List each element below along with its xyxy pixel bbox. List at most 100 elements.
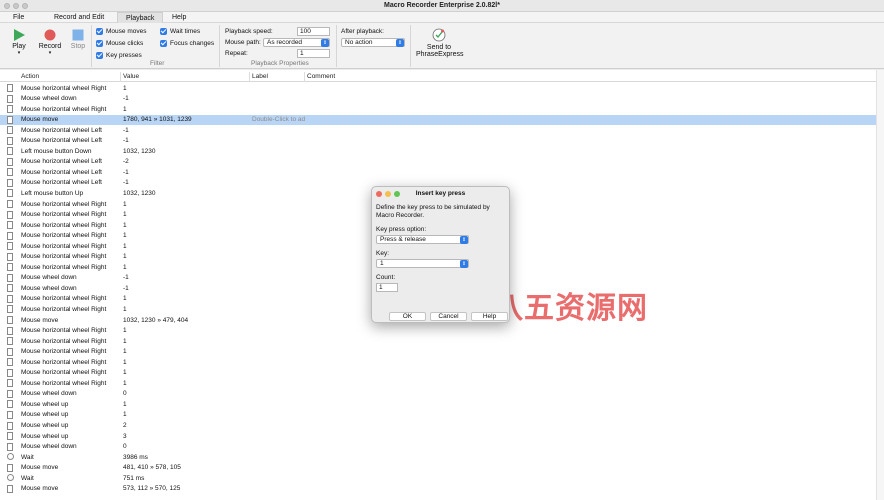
- table-row[interactable]: Mouse horizontal wheel Right 1: [0, 357, 884, 368]
- filter-focus-changes-label: Focus changes: [170, 40, 215, 47]
- row-value: -1: [123, 95, 129, 103]
- row-label-hint[interactable]: Double-Click to ad: [252, 116, 305, 123]
- row-action: Mouse horizontal wheel Right: [21, 105, 107, 113]
- action-document-icon: [7, 84, 13, 92]
- row-value: 481, 410 » 578, 105: [123, 464, 181, 472]
- table-row[interactable]: Mouse move 1780, 941 » 1031, 1239 Double-C…: [0, 114, 884, 126]
- table-row[interactable]: Mouse wheel up 1: [0, 399, 884, 410]
- table-row[interactable]: Mouse wheel down 0: [0, 442, 884, 453]
- action-document-icon: [7, 410, 13, 419]
- action-document-icon: [7, 305, 13, 314]
- filter-wait-times-checkbox[interactable]: Wait times: [160, 28, 200, 35]
- row-action: Mouse horizontal wheel Right: [21, 295, 107, 303]
- row-action: Mouse horizontal wheel Left: [21, 168, 102, 176]
- row-action: Mouse move: [21, 316, 59, 324]
- table-row[interactable]: Mouse wheel up 2: [0, 421, 884, 432]
- record-dropdown-icon[interactable]: ▾: [38, 50, 62, 56]
- mouse-path-select[interactable]: As recorded ⇕: [263, 38, 330, 47]
- phraseexpress-label: PhraseExpress: [416, 51, 464, 58]
- table-row[interactable]: Mouse horizontal wheel Right 1: [0, 336, 884, 347]
- checkbox-checked-icon: [160, 40, 167, 47]
- menu-help[interactable]: Help: [172, 14, 186, 21]
- send-to-phraseexpress-button[interactable]: Send to PhraseExpress: [416, 28, 464, 58]
- row-action: Mouse horizontal wheel Left: [21, 137, 102, 145]
- table-row[interactable]: Mouse move 573, 112 » 570, 125: [0, 484, 884, 495]
- filter-mouse-clicks-checkbox[interactable]: Mouse clicks: [96, 40, 143, 47]
- table-row[interactable]: Mouse horizontal wheel Right 1: [0, 326, 884, 337]
- after-playback-select[interactable]: No action ⇕: [341, 38, 405, 47]
- row-value: 751 ms: [123, 474, 145, 482]
- row-value: 1: [123, 105, 127, 113]
- row-action: Mouse wheel down: [21, 274, 77, 282]
- table-row[interactable]: Mouse horizontal wheel Right 1: [0, 83, 884, 94]
- table-row[interactable]: Mouse horizontal wheel Right 1: [0, 347, 884, 358]
- menu-playback[interactable]: Playback: [117, 12, 164, 23]
- row-value: -1: [123, 274, 129, 282]
- table-row[interactable]: Mouse move 481, 410 » 578, 105: [0, 463, 884, 474]
- column-divider[interactable]: [120, 72, 121, 82]
- action-document-icon: [7, 94, 13, 103]
- wait-clock-icon: [7, 453, 14, 461]
- ok-button[interactable]: OK: [389, 312, 426, 321]
- dropdown-arrow-icon: ⇕: [396, 39, 404, 47]
- table-row[interactable]: Mouse horizontal wheel Left -2: [0, 157, 884, 168]
- play-dropdown-icon[interactable]: ▾: [10, 50, 28, 56]
- table-row[interactable]: Mouse horizontal wheel Left -1: [0, 167, 884, 178]
- filter-focus-changes-checkbox[interactable]: Focus changes: [160, 40, 214, 47]
- row-action: Mouse horizontal wheel Right: [21, 211, 107, 219]
- stop-button[interactable]: Stop: [70, 29, 86, 50]
- row-value: 0: [123, 390, 127, 398]
- table-header: Action Value Label Comment: [0, 72, 884, 82]
- column-header-comment[interactable]: Comment: [307, 73, 335, 80]
- table-row[interactable]: Wait 3986 ms: [0, 452, 884, 463]
- table-row[interactable]: Mouse horizontal wheel Right 1: [0, 378, 884, 389]
- row-action: Mouse horizontal wheel Right: [21, 253, 107, 261]
- table-row[interactable]: Mouse horizontal wheel Left -1: [0, 125, 884, 136]
- vertical-scrollbar[interactable]: [876, 70, 884, 500]
- filter-key-presses-checkbox[interactable]: Key presses: [96, 52, 142, 59]
- filter-wait-times-label: Wait times: [170, 28, 201, 35]
- column-divider[interactable]: [304, 72, 305, 82]
- action-document-icon: [7, 263, 13, 272]
- table-row[interactable]: Mouse wheel up 3: [0, 431, 884, 442]
- column-divider[interactable]: [249, 72, 250, 82]
- key-press-option-select[interactable]: Press & release ⇕: [376, 235, 469, 244]
- row-value: -1: [123, 168, 129, 176]
- row-value: 1: [123, 358, 127, 366]
- table-row[interactable]: Mouse horizontal wheel Right 1: [0, 368, 884, 379]
- menu-file[interactable]: File: [13, 14, 24, 21]
- menu-record-and-edit[interactable]: Record and Edit: [54, 14, 104, 21]
- column-header-label[interactable]: Label: [252, 73, 268, 80]
- table-row[interactable]: Mouse wheel down -1: [0, 94, 884, 105]
- mouse-path-value: As recorded: [267, 39, 303, 46]
- help-button[interactable]: Help: [471, 312, 508, 321]
- playback-speed-input[interactable]: 100: [297, 27, 330, 36]
- action-document-icon: [7, 358, 13, 367]
- filter-group-label: Filter: [150, 60, 165, 67]
- row-action: Mouse horizontal wheel Right: [21, 232, 107, 240]
- playback-properties-label: Playback Properties: [251, 60, 309, 67]
- action-document-icon: [7, 463, 13, 472]
- table-row[interactable]: Mouse horizontal wheel Right 1: [0, 104, 884, 115]
- repeat-label: Repeat:: [225, 50, 248, 57]
- column-header-action[interactable]: Action: [21, 73, 39, 80]
- table-row[interactable]: Wait 751 ms: [0, 473, 884, 484]
- play-button[interactable]: Play ▾: [10, 29, 28, 56]
- table-row[interactable]: Mouse wheel down 0: [0, 389, 884, 400]
- repeat-input[interactable]: 1: [297, 49, 330, 58]
- row-value: -2: [123, 158, 129, 166]
- cancel-button[interactable]: Cancel: [430, 312, 467, 321]
- table-row[interactable]: Left mouse button Down 1032, 1230: [0, 146, 884, 157]
- record-button[interactable]: Record ▾: [38, 29, 62, 56]
- row-value: 1: [123, 411, 127, 419]
- table-row[interactable]: Mouse horizontal wheel Left -1: [0, 136, 884, 147]
- action-document-icon: [7, 368, 13, 377]
- dropdown-arrow-icon: ⇕: [321, 39, 329, 47]
- key-select[interactable]: 1 ⇕: [376, 259, 469, 268]
- row-action: Mouse horizontal wheel Left: [21, 179, 102, 187]
- column-header-value[interactable]: Value: [123, 73, 139, 80]
- dialog-title: Insert key press: [415, 190, 466, 197]
- table-row[interactable]: Mouse wheel up 1: [0, 410, 884, 421]
- count-input[interactable]: 1: [376, 283, 398, 292]
- filter-mouse-moves-checkbox[interactable]: Mouse moves: [96, 28, 146, 35]
